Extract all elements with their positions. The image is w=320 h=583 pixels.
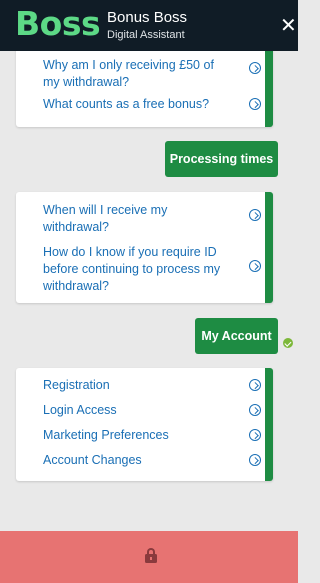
option-card: When will I receive my withdrawal? How d… <box>16 192 273 303</box>
option-label: What counts as a free bonus? <box>43 97 210 111</box>
option-require-id[interactable]: How do I know if you require ID before c… <box>43 244 265 295</box>
close-icon[interactable]: ✕ <box>280 14 298 36</box>
chat-header: Boss Bonus Boss Digital Assistant ✕ <box>0 0 298 51</box>
chevron-right-icon <box>249 209 261 221</box>
chevron-right-icon <box>249 404 261 416</box>
chevron-right-icon <box>249 62 261 74</box>
chevron-right-icon <box>249 429 261 441</box>
delivered-check-icon <box>283 338 293 348</box>
chevron-right-icon <box>249 379 261 391</box>
assistant-title: Bonus Boss <box>107 9 188 26</box>
message-list[interactable]: Why am I only receiving £50 of my withdr… <box>0 51 298 531</box>
option-label: Registration <box>43 378 110 392</box>
option-label: Account Changes <box>43 453 142 467</box>
option-label: Why am I only receiving £50 of my withdr… <box>43 58 214 89</box>
option-label: How do I know if you require ID before c… <box>43 245 221 293</box>
user-message: My Account <box>195 318 278 354</box>
option-card: Why am I only receiving £50 of my withdr… <box>16 51 273 127</box>
user-message: Processing times <box>165 141 278 177</box>
chevron-right-icon <box>249 260 261 272</box>
option-label: When will I receive my withdrawal? <box>43 203 168 234</box>
boss-logo: Boss <box>15 4 101 43</box>
option-label: Marketing Preferences <box>43 428 169 442</box>
option-receive-withdrawal[interactable]: When will I receive my withdrawal? <box>43 202 265 236</box>
option-marketing-preferences[interactable]: Marketing Preferences <box>43 427 265 444</box>
option-withdrawal-50[interactable]: Why am I only receiving £50 of my withdr… <box>43 57 265 91</box>
option-account-changes[interactable]: Account Changes <box>43 452 265 469</box>
option-login-access[interactable]: Login Access <box>43 402 265 419</box>
option-card: Registration Login Access Marketing Pref… <box>16 368 273 481</box>
option-free-bonus[interactable]: What counts as a free bonus? <box>43 96 265 113</box>
header-titles: Bonus Boss Digital Assistant <box>107 9 187 42</box>
chevron-right-icon <box>249 98 261 110</box>
lock-icon <box>145 548 157 564</box>
chevron-right-icon <box>249 454 261 466</box>
option-label: Login Access <box>43 403 117 417</box>
input-bar-locked <box>0 531 298 583</box>
option-registration[interactable]: Registration <box>43 377 265 394</box>
assistant-subtitle: Digital Assistant <box>107 29 185 41</box>
